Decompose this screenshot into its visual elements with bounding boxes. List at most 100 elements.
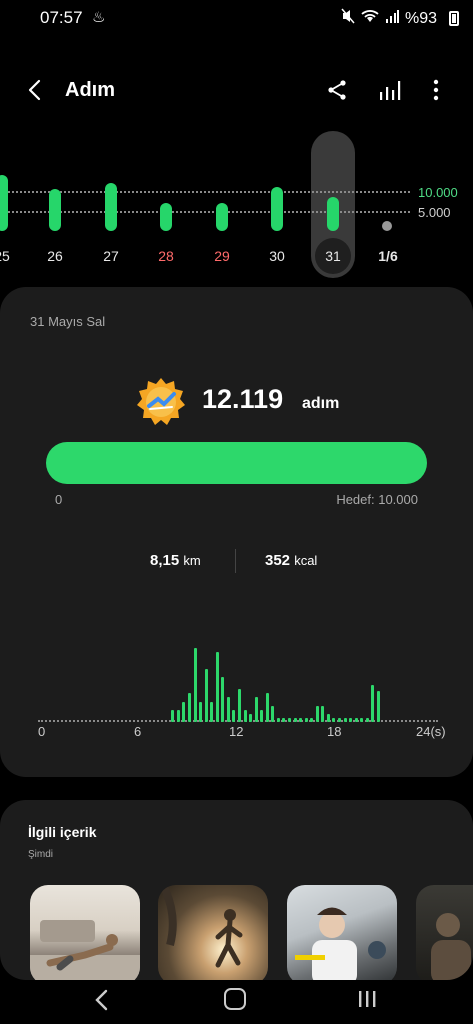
daily-steps-chart[interactable]: 10.000 5.000 25 26 27 28 29 30 31 1/6 bbox=[0, 130, 473, 280]
hourly-steps-bar bbox=[260, 709, 264, 722]
half-goal-reference-line bbox=[0, 211, 410, 213]
status-icons: %93 bbox=[341, 8, 437, 29]
hourly-steps-bar bbox=[238, 689, 241, 722]
hour-axis-label: 0 bbox=[38, 724, 46, 739]
daily-summary-card: 31 Mayıs Sal 12.119 adım 0 Hedef: 10.000… bbox=[0, 287, 473, 777]
related-thumbnail-strength[interactable] bbox=[416, 885, 473, 980]
hour-axis-label: 24(s) bbox=[416, 724, 446, 739]
hour-axis-label: 18 bbox=[327, 724, 342, 739]
hourly-steps-bar bbox=[338, 717, 341, 722]
stat-divider bbox=[235, 549, 236, 573]
hourly-steps-bar bbox=[210, 701, 214, 722]
distance-stat: 8,15 km bbox=[150, 552, 201, 569]
day-label[interactable]: 25 bbox=[0, 248, 22, 264]
calories-unit: kcal bbox=[294, 553, 318, 568]
hourly-steps-bar bbox=[193, 648, 197, 722]
hourly-steps-bar bbox=[343, 717, 347, 722]
day-label[interactable]: 29 bbox=[202, 248, 242, 264]
nav-recent-apps-icon[interactable] bbox=[358, 989, 376, 1009]
future-day-dot bbox=[382, 221, 392, 231]
hourly-steps-bar bbox=[226, 697, 230, 722]
day-label[interactable]: 30 bbox=[257, 248, 297, 264]
hourly-steps-bar bbox=[376, 690, 380, 722]
day-steps-bar[interactable] bbox=[49, 189, 61, 231]
day-label[interactable]: 28 bbox=[146, 248, 186, 264]
share-icon[interactable] bbox=[325, 78, 349, 102]
progress-min-label: 0 bbox=[55, 492, 63, 507]
related-thumbnail-gym[interactable] bbox=[287, 885, 397, 980]
summary-date: 31 Mayıs Sal bbox=[30, 314, 106, 329]
hourly-steps-bar bbox=[249, 713, 253, 722]
hourly-steps-bar bbox=[215, 652, 219, 722]
hourly-steps-bar bbox=[176, 709, 180, 722]
hourly-steps-bar bbox=[171, 709, 175, 722]
distance-value: 8,15 bbox=[150, 552, 180, 569]
hourly-steps-bar bbox=[254, 697, 258, 722]
bar-chart-icon[interactable] bbox=[378, 78, 402, 102]
hourly-steps-bar bbox=[310, 717, 314, 722]
related-thumbnail-running[interactable] bbox=[158, 885, 268, 980]
hour-axis-label: 6 bbox=[134, 724, 142, 739]
related-subtitle: Şimdi bbox=[28, 849, 54, 860]
hourly-steps-chart bbox=[38, 632, 438, 722]
hourly-steps-bar bbox=[243, 709, 247, 722]
day-label[interactable]: 26 bbox=[35, 248, 75, 264]
hourly-steps-bar bbox=[321, 705, 325, 722]
nav-back-icon[interactable] bbox=[92, 988, 112, 1012]
related-content-card: İlgili içerik Şimdi bbox=[0, 800, 473, 980]
page-title: Adım bbox=[65, 79, 115, 101]
day-steps-bar[interactable] bbox=[271, 187, 283, 231]
hourly-steps-bar bbox=[204, 668, 208, 722]
battery-percent: %93 bbox=[404, 9, 437, 27]
steps-unit: adım bbox=[302, 395, 340, 412]
day-label[interactable]: 27 bbox=[91, 248, 131, 264]
mute-icon bbox=[341, 8, 355, 29]
steps-count: 12.119 bbox=[202, 384, 284, 414]
hourly-steps-bar bbox=[232, 709, 236, 722]
related-title: İlgili içerik bbox=[28, 824, 97, 840]
nav-home-icon[interactable] bbox=[224, 988, 246, 1010]
related-thumbnail-situps[interactable] bbox=[30, 885, 140, 980]
goal-progress-bar bbox=[46, 442, 427, 484]
hourly-steps-bar bbox=[360, 717, 364, 722]
hourly-steps-bar bbox=[349, 717, 353, 722]
day-steps-bar[interactable] bbox=[0, 175, 8, 231]
hourly-steps-bar bbox=[199, 701, 203, 722]
day-label[interactable]: 1/6 bbox=[368, 248, 408, 264]
achievement-badge-icon bbox=[137, 378, 185, 425]
hourly-steps-bar bbox=[315, 705, 319, 722]
day-label[interactable]: 31 bbox=[315, 238, 351, 274]
signal-icon bbox=[385, 9, 399, 28]
status-bar: 07:57 ♨ %93 bbox=[0, 0, 473, 36]
progress-goal-label: Hedef: 10.000 bbox=[336, 492, 418, 507]
hourly-steps-bar bbox=[182, 701, 186, 722]
goal-reference-line bbox=[0, 191, 410, 193]
hour-axis-label: 12 bbox=[229, 724, 244, 739]
day-steps-bar[interactable] bbox=[105, 183, 117, 231]
calories-stat: 352 kcal bbox=[265, 552, 317, 569]
day-steps-bar[interactable] bbox=[216, 203, 228, 231]
hourly-steps-bar bbox=[326, 713, 330, 722]
goal-reference-label: 10.000 bbox=[418, 185, 458, 200]
hourly-steps-bar bbox=[265, 693, 269, 722]
day-steps-bar[interactable] bbox=[160, 203, 172, 231]
wifi-icon bbox=[361, 9, 379, 28]
back-arrow-icon[interactable] bbox=[24, 78, 48, 102]
more-options-icon[interactable] bbox=[428, 78, 444, 102]
distance-unit: km bbox=[183, 553, 201, 568]
day-steps-bar[interactable] bbox=[327, 197, 339, 231]
calories-value: 352 bbox=[265, 552, 291, 569]
hourly-steps-bar bbox=[299, 717, 303, 722]
battery-icon bbox=[449, 11, 459, 26]
hourly-steps-bar bbox=[304, 717, 308, 722]
hourly-steps-bar bbox=[293, 717, 297, 722]
hourly-steps-bar bbox=[271, 705, 275, 722]
half-goal-reference-label: 5.000 bbox=[418, 205, 451, 220]
hourly-steps-bar bbox=[288, 717, 291, 722]
hourly-steps-bar bbox=[371, 685, 375, 722]
hourly-steps-bar bbox=[276, 717, 280, 722]
status-time: 07:57 bbox=[40, 8, 83, 27]
hourly-steps-bar bbox=[221, 676, 225, 722]
app-header: Adım bbox=[0, 70, 473, 112]
hourly-steps-bar bbox=[365, 717, 369, 722]
